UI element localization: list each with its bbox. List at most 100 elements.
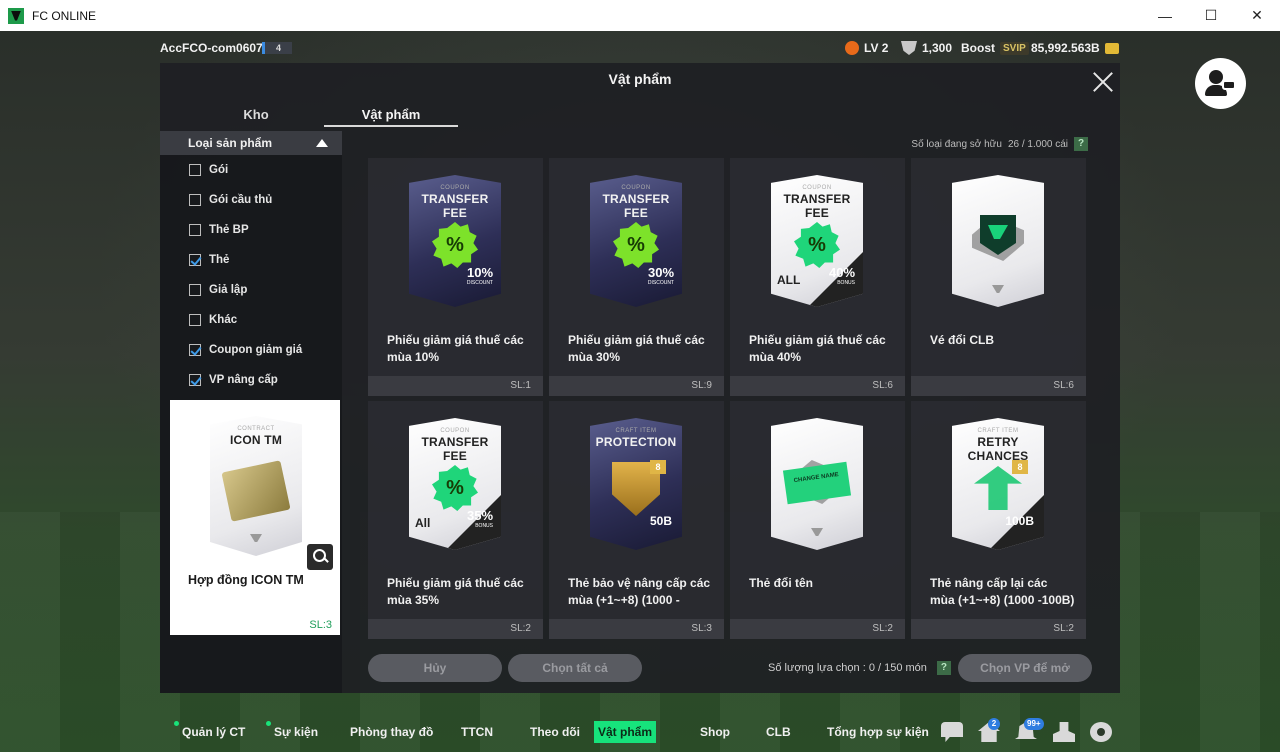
- zoom-search-icon[interactable]: [307, 544, 333, 570]
- bottom-navigation: Quản lý CT Sự kiện Phòng thay đồ TTCN Theo d…: [160, 718, 1280, 746]
- card-art: COUPON TRANSFER FEE% 35% BONUS All: [409, 418, 501, 550]
- filter-checkbox[interactable]: [189, 254, 201, 266]
- percent-value: 30% DISCOUNT: [647, 266, 674, 289]
- item-card[interactable]: COUPON TRANSFER FEE% 30% DISCOUNT Phiếu giảm…: [549, 158, 724, 396]
- filter-header[interactable]: Loại sản phẩm: [160, 131, 342, 155]
- item-card[interactable]: CHANGE NAME Thẻ đổi tên SL:2: [730, 401, 905, 639]
- item-qty: SL:2: [730, 619, 905, 639]
- item-qty: SL:9: [549, 376, 724, 396]
- filter-list: Gói Gói cầu thủ Thẻ BP Thẻ Giả lập Khác Coupon…: [160, 155, 342, 395]
- level-stat: LV 2: [845, 41, 888, 55]
- filter-checkbox[interactable]: [189, 374, 201, 386]
- boost-label: Boost: [961, 41, 995, 55]
- filter-item-label: Thẻ: [209, 254, 230, 266]
- nav-item[interactable]: CLB: [762, 721, 795, 743]
- preview-item-qty: SL:3: [309, 619, 332, 631]
- item-name: Thẻ đổi tên: [749, 576, 813, 590]
- percent-value: 10% DISCOUNT: [467, 266, 493, 289]
- contract-card-art: CONTRACT ICON TM: [210, 416, 302, 556]
- nav-item[interactable]: Tổng hợp sự kiện: [823, 721, 933, 743]
- card-value: 50B: [649, 514, 672, 528]
- modal-close-icon[interactable]: [1092, 71, 1114, 93]
- minimize-button[interactable]: —: [1142, 0, 1188, 31]
- filter-item[interactable]: VP nâng cấp: [160, 365, 342, 395]
- filter-item[interactable]: Khác: [160, 305, 342, 335]
- filter-checkbox[interactable]: [189, 224, 201, 236]
- card-main-label: TRANSFER FEE: [602, 192, 670, 220]
- owned-label: Số loại đang sở hữu: [911, 138, 1002, 150]
- item-card[interactable]: COUPON TRANSFER FEE% 40% BONUS ALL Phiếu giảm…: [730, 158, 905, 396]
- open-items-button[interactable]: Chọn VP để mở: [958, 654, 1092, 682]
- card-main-label: TRANSFER FEE: [421, 192, 489, 220]
- modal-title: Vật phẩm: [608, 71, 672, 87]
- item-name: Phiếu giảm giá thuế các mùa 35%: [387, 576, 524, 607]
- item-name: Phiếu giảm giá thuế các mùa 40%: [749, 333, 886, 364]
- item-image: CHANGE NAME: [771, 418, 863, 550]
- filter-checkbox[interactable]: [189, 284, 201, 296]
- selection-count: Số lượng lựa chọn : 0 / 150 món ?: [768, 661, 951, 675]
- filter-item-label: Gói: [209, 164, 229, 176]
- nav-item[interactable]: Shop: [696, 721, 734, 743]
- filter-item-label: Gói cầu thủ: [209, 194, 273, 206]
- tab-vat-pham[interactable]: Vật phẩm: [324, 107, 458, 127]
- notification-badge: 99+: [1024, 718, 1044, 730]
- nav-item[interactable]: Phòng thay đồ: [346, 721, 437, 743]
- help-icon[interactable]: ?: [1074, 137, 1088, 151]
- owned-count: Số loại đang sở hữu 26 / 1.000 cái ?: [911, 137, 1088, 151]
- item-card[interactable]: CRAFT ITEM PROTECTION 8 50B Thẻ bảo vệ nâng …: [549, 401, 724, 639]
- card-main-label: RETRY CHANCES: [967, 435, 1029, 463]
- item-card[interactable]: Vé đổi CLB SL:6: [911, 158, 1086, 396]
- percent-coupon-icon: %: [432, 222, 478, 268]
- filter-item[interactable]: Thẻ BP: [160, 215, 342, 245]
- filter-checkbox[interactable]: [189, 164, 201, 176]
- selection-count-label: Số lượng lựa chọn : 0 / 150 món: [768, 662, 927, 674]
- item-card[interactable]: COUPON TRANSFER FEE% 10% DISCOUNT Phiếu giảm…: [368, 158, 543, 396]
- nav-item[interactable]: Theo dõi: [526, 721, 584, 743]
- item-image: CRAFT ITEM RETRY CHANCES 8 100B: [952, 418, 1044, 550]
- nav-item[interactable]: TTCN: [457, 721, 497, 743]
- filter-item[interactable]: Giả lập: [160, 275, 342, 305]
- filter-item[interactable]: Gói: [160, 155, 342, 185]
- settings-gear-icon[interactable]: [1090, 722, 1112, 742]
- selection-help-icon[interactable]: ?: [936, 661, 951, 675]
- item-card[interactable]: COUPON TRANSFER FEE% 35% BONUS All Phiếu giảm…: [368, 401, 543, 639]
- filter-checkbox[interactable]: [189, 194, 201, 206]
- nav-item[interactable]: Vật phẩm: [594, 721, 657, 743]
- filter-item-label: Coupon giảm giá: [209, 344, 303, 356]
- chat-bubble-icon: [1222, 80, 1236, 90]
- fc-logo-icon: [250, 534, 262, 542]
- contract-document-icon: [221, 460, 291, 522]
- item-qty: SL:6: [730, 376, 905, 396]
- filter-item-label: Khác: [209, 314, 238, 326]
- filter-item[interactable]: Coupon giảm giá: [160, 335, 342, 365]
- rank-shield-icon: [901, 41, 917, 55]
- level-face-icon: [845, 41, 859, 55]
- level-text: LV 2: [864, 41, 889, 55]
- bp-stat: 85,992.563B: [1031, 41, 1119, 55]
- card-top-label: COUPON: [802, 185, 832, 191]
- percent-subtitle: DISCOUNT: [647, 280, 674, 286]
- friends-button[interactable]: [1195, 58, 1246, 109]
- filter-checkbox[interactable]: [189, 314, 201, 326]
- select-all-button[interactable]: Chọn tất cả: [508, 654, 642, 682]
- card-art: COUPON TRANSFER FEE% 40% BONUS ALL: [771, 175, 863, 307]
- window-close-button[interactable]: ✕: [1234, 0, 1280, 31]
- filter-checkbox[interactable]: [189, 344, 201, 356]
- filter-item[interactable]: Thẻ: [160, 245, 342, 275]
- nav-new-dot: [266, 721, 271, 726]
- maximize-button[interactable]: ☐: [1188, 0, 1234, 31]
- nav-item[interactable]: Quản lý CT: [178, 721, 249, 743]
- all-label: ALL: [777, 273, 801, 287]
- item-card[interactable]: CRAFT ITEM RETRY CHANCES 8 100B Thẻ nâng cấp…: [911, 401, 1086, 639]
- card-value: 100B: [1005, 514, 1034, 528]
- nav-item[interactable]: Sự kiện: [270, 721, 322, 743]
- filter-item[interactable]: Gói cầu thủ: [160, 185, 342, 215]
- item-image: COUPON TRANSFER FEE% 40% BONUS ALL: [771, 175, 863, 307]
- item-preview-panel: CONTRACT ICON TM Hợp đồng ICON TM SL:3: [170, 400, 340, 635]
- card-art: COUPON TRANSFER FEE% 30% DISCOUNT: [590, 175, 682, 307]
- card-art: [952, 175, 1044, 307]
- percent-value: 35% BONUS: [467, 509, 493, 532]
- cancel-button[interactable]: Hủy: [368, 654, 502, 682]
- filter-header-label: Loại sản phẩm: [188, 136, 273, 150]
- svip-badge: SVIP: [1000, 41, 1029, 55]
